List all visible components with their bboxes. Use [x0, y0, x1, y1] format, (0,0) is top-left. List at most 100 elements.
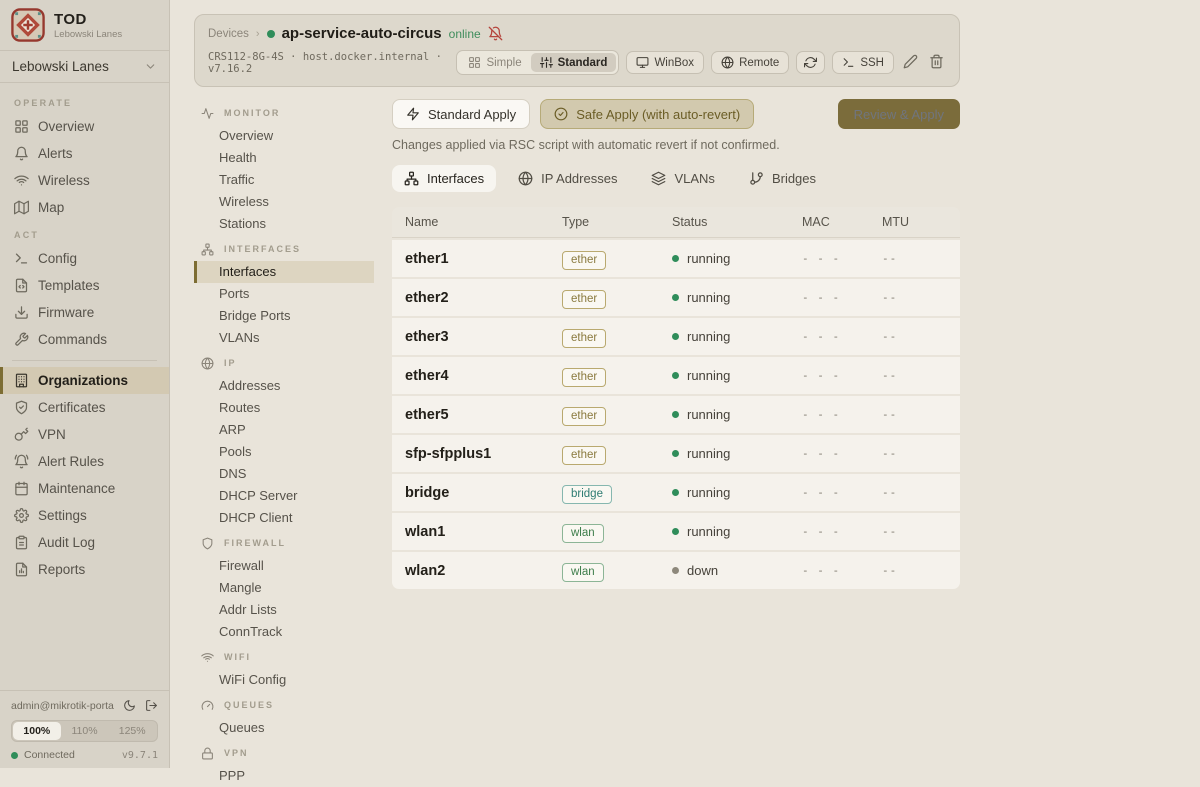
subnav-item-dhcp-client[interactable]: DHCP Client [194, 507, 374, 529]
logout-icon[interactable] [145, 699, 158, 712]
type-badge: wlan [562, 524, 604, 543]
cell-status: down [672, 563, 802, 578]
subnav-item-wifi-config[interactable]: WiFi Config [194, 669, 374, 691]
sidebar-item-wireless[interactable]: Wireless [0, 167, 169, 194]
moon-icon[interactable] [123, 699, 136, 712]
sidebar-item-label: Firmware [38, 305, 94, 320]
subnav-item-interfaces[interactable]: Interfaces [194, 261, 374, 283]
sidebar-item-alert-rules[interactable]: Alert Rules [0, 448, 169, 475]
delete-button[interactable] [927, 52, 946, 74]
sidebar-item-firmware[interactable]: Firmware [0, 299, 169, 326]
subnav-item-bridge-ports[interactable]: Bridge Ports [194, 305, 374, 327]
table-row-wlan2[interactable]: wlan2 wlan down - - - -- [392, 552, 960, 589]
subnav-item-addresses[interactable]: Addresses [194, 375, 374, 397]
zoom-option-110[interactable]: 110% [61, 722, 109, 740]
subnav-item-conntrack[interactable]: ConnTrack [194, 621, 374, 643]
cell-mtu: -- [882, 486, 960, 499]
view-simple-button[interactable]: Simple [459, 53, 530, 72]
subnav-item-firewall[interactable]: Firewall [194, 555, 374, 577]
zap-icon [406, 107, 420, 121]
zoom-option-100[interactable]: 100% [13, 722, 61, 740]
breadcrumb-devices[interactable]: Devices [208, 28, 249, 40]
table-row-sfp-sfpplus1[interactable]: sfp-sfpplus1 ether running - - - -- [392, 435, 960, 472]
terminal-icon [842, 56, 855, 69]
review-apply-button[interactable]: Review & Apply [838, 99, 960, 129]
sidebar-item-maintenance[interactable]: Maintenance [0, 475, 169, 502]
subnav-item-addr-lists[interactable]: Addr Lists [194, 599, 374, 621]
subnav-item-dhcp-server[interactable]: DHCP Server [194, 485, 374, 507]
brand: TOD Lebowski Lanes [0, 0, 169, 51]
trash-icon [929, 54, 944, 69]
cell-name: ether3 [392, 329, 562, 345]
sidebar-item-config[interactable]: Config [0, 245, 169, 272]
cell-name: ether5 [392, 407, 562, 423]
breadcrumb: Devices › ap-service-auto-circus online [208, 25, 946, 42]
col-mac: MAC [802, 215, 882, 229]
sidebar-item-organizations[interactable]: Organizations [0, 367, 169, 394]
subnav-item-pools[interactable]: Pools [194, 441, 374, 463]
subnav-item-routes[interactable]: Routes [194, 397, 374, 419]
subnav-item-stations[interactable]: Stations [194, 213, 374, 235]
app-version: v9.7.1 [122, 750, 158, 761]
cell-name: sfp-sfpplus1 [392, 446, 562, 462]
cell-mtu: -- [882, 291, 960, 304]
table-row-ether4[interactable]: ether4 ether running - - - -- [392, 357, 960, 394]
refresh-button[interactable] [796, 51, 825, 74]
sidebar-item-commands[interactable]: Commands [0, 326, 169, 353]
sidebar-item-alerts[interactable]: Alerts [0, 140, 169, 167]
view-standard-button[interactable]: Standard [531, 53, 617, 72]
tab-vlans[interactable]: VLANs [639, 165, 726, 192]
zoom-option-125[interactable]: 125% [108, 722, 156, 740]
cell-mac: - - - [802, 291, 882, 304]
table-row-bridge[interactable]: bridge bridge running - - - -- [392, 474, 960, 511]
subnav-item-mangle[interactable]: Mangle [194, 577, 374, 599]
edit-button[interactable] [901, 52, 920, 74]
bell-off-icon[interactable] [488, 26, 503, 41]
sidebar-item-overview[interactable]: Overview [0, 113, 169, 140]
sidebar-item-templates[interactable]: Templates [0, 272, 169, 299]
subnav-item-dns[interactable]: DNS [194, 463, 374, 485]
subnav-item-queues[interactable]: Queues [194, 717, 374, 739]
sidebar-item-audit-log[interactable]: Audit Log [0, 529, 169, 556]
activity-icon [201, 107, 214, 120]
status-dot [672, 372, 679, 379]
tab-ip-addresses[interactable]: IP Addresses [506, 165, 629, 192]
subnav-item-traffic[interactable]: Traffic [194, 169, 374, 191]
standard-apply-label: Standard Apply [428, 107, 516, 122]
table-row-ether1[interactable]: ether1 ether running - - - -- [392, 240, 960, 277]
ssh-button[interactable]: SSH [832, 51, 894, 74]
table-row-ether5[interactable]: ether5 ether running - - - -- [392, 396, 960, 433]
subnav-item-ports[interactable]: Ports [194, 283, 374, 305]
table-row-wlan1[interactable]: wlan1 wlan running - - - -- [392, 513, 960, 550]
sidebar-item-settings[interactable]: Settings [0, 502, 169, 529]
sidebar-item-label: Map [38, 200, 64, 215]
cell-name: bridge [392, 485, 562, 501]
shield-icon [201, 537, 214, 550]
subnav-item-overview[interactable]: Overview [194, 125, 374, 147]
safe-apply-button[interactable]: Safe Apply (with auto-revert) [540, 99, 754, 129]
sidebar-item-reports[interactable]: Reports [0, 556, 169, 583]
table-row-ether2[interactable]: ether2 ether running - - - -- [392, 279, 960, 316]
subnav-item-vlans[interactable]: VLANs [194, 327, 374, 349]
subnav-item-wireless[interactable]: Wireless [194, 191, 374, 213]
sidebar-item-vpn[interactable]: VPN [0, 421, 169, 448]
wifi-icon [201, 651, 214, 664]
safe-apply-label: Safe Apply (with auto-revert) [576, 107, 740, 122]
tab-interfaces[interactable]: Interfaces [392, 165, 496, 192]
winbox-button[interactable]: WinBox [626, 51, 704, 74]
sidebar-item-map[interactable]: Map [0, 194, 169, 221]
tab-bridges[interactable]: Bridges [737, 165, 828, 192]
standard-apply-button[interactable]: Standard Apply [392, 99, 530, 129]
sidebar-item-certificates[interactable]: Certificates [0, 394, 169, 421]
zoom-control: 100% 110% 125% [11, 720, 158, 742]
grid-icon [468, 56, 481, 69]
main-area: Devices › ap-service-auto-circus online … [170, 0, 1200, 768]
subnav-item-ppp[interactable]: PPP [194, 765, 374, 787]
org-selector[interactable]: Lebowski Lanes [0, 51, 169, 83]
check-circle-icon [554, 107, 568, 121]
table-row-ether3[interactable]: ether3 ether running - - - -- [392, 318, 960, 355]
content-row: MONITOROverviewHealthTrafficWirelessStat… [194, 99, 1200, 787]
remote-button[interactable]: Remote [711, 51, 789, 74]
subnav-item-arp[interactable]: ARP [194, 419, 374, 441]
subnav-item-health[interactable]: Health [194, 147, 374, 169]
